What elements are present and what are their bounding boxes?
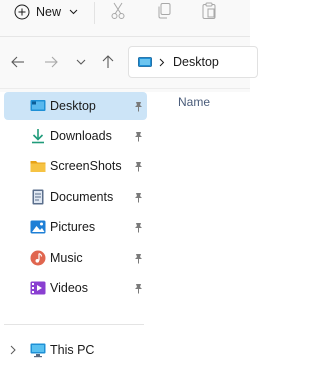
sidebar-item-documents[interactable]: Documents [4, 183, 147, 211]
videos-icon [30, 281, 46, 295]
sidebar-divider [4, 324, 144, 325]
music-icon [30, 250, 46, 266]
sidebar-item-screenshots[interactable]: ScreenShots [4, 152, 147, 180]
documents-icon [32, 189, 44, 205]
cut-icon[interactable] [110, 2, 126, 20]
pin-icon [135, 254, 142, 264]
up-arrow-icon[interactable] [100, 54, 116, 70]
pin-icon [135, 193, 142, 203]
back-arrow-icon[interactable] [10, 54, 26, 70]
forward-arrow-icon[interactable] [43, 54, 59, 70]
sidebar-item-this-pc[interactable]: This PC [4, 336, 147, 364]
pin-icon [135, 223, 142, 233]
sidebar-item-pictures[interactable]: Pictures [4, 213, 147, 241]
sidebar-item-downloads[interactable]: Downloads [4, 122, 147, 150]
sidebar-item-label: Music [50, 251, 83, 265]
this-pc-icon [138, 57, 152, 67]
pin-icon [135, 162, 142, 172]
sidebar-item-desktop[interactable]: Desktop [4, 92, 147, 120]
pin-icon [135, 102, 142, 112]
pin-icon [135, 132, 142, 142]
toolbar-separator [94, 2, 95, 24]
sidebar-item-label: Videos [50, 281, 88, 295]
desktop-folder-icon [30, 100, 46, 111]
sidebar-item-videos[interactable]: Videos [4, 274, 147, 302]
folder-icon [30, 161, 46, 172]
pictures-icon [30, 220, 46, 234]
sidebar-item-label: ScreenShots [50, 159, 122, 173]
dropdown-chevron-icon [69, 9, 78, 15]
navigation-pane: Desktop Downloads ScreenShots Documents … [0, 89, 150, 369]
downloads-icon [32, 129, 44, 144]
sidebar-item-label: Desktop [50, 99, 96, 113]
sidebar-item-music[interactable]: Music [4, 244, 147, 272]
sidebar-item-label: Pictures [50, 220, 96, 234]
address-bar[interactable]: Desktop [128, 46, 258, 78]
command-bar: New [0, 0, 250, 36]
this-pc-icon [30, 343, 46, 358]
sidebar-item-label: Downloads [50, 129, 112, 143]
expand-chevron-icon[interactable] [10, 345, 16, 355]
new-plus-icon [14, 4, 30, 20]
pin-icon [135, 284, 142, 294]
sidebar-item-label: Documents [50, 190, 114, 204]
new-button-label: New [36, 5, 62, 19]
breadcrumb-desktop[interactable]: Desktop [173, 55, 219, 69]
copy-icon[interactable] [156, 2, 172, 20]
recent-locations-chevron-icon[interactable] [73, 54, 89, 70]
paste-icon[interactable] [201, 2, 217, 20]
breadcrumb-separator-icon [159, 58, 165, 67]
column-header-name[interactable]: Name [178, 95, 210, 109]
sidebar-item-label: This PC [50, 343, 95, 357]
new-button[interactable]: New [14, 3, 78, 21]
